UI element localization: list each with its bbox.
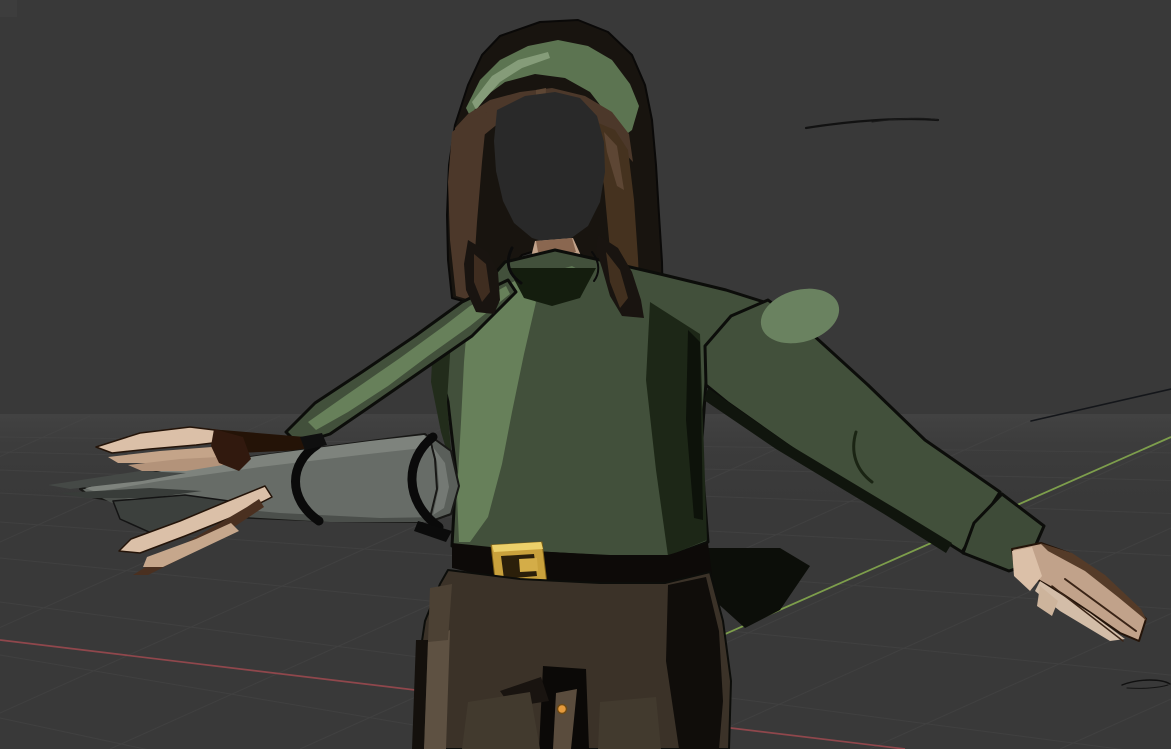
pants-left-light [424, 630, 450, 749]
viewport-canvas[interactable] [0, 0, 1171, 749]
3d-viewport[interactable] [0, 0, 1171, 749]
buckle-tab [519, 558, 538, 572]
knee-facet-2 [598, 697, 661, 749]
object-origin-point[interactable] [558, 705, 567, 714]
viewport-corner-patch [0, 0, 17, 17]
pants-left-light-2 [428, 584, 452, 642]
